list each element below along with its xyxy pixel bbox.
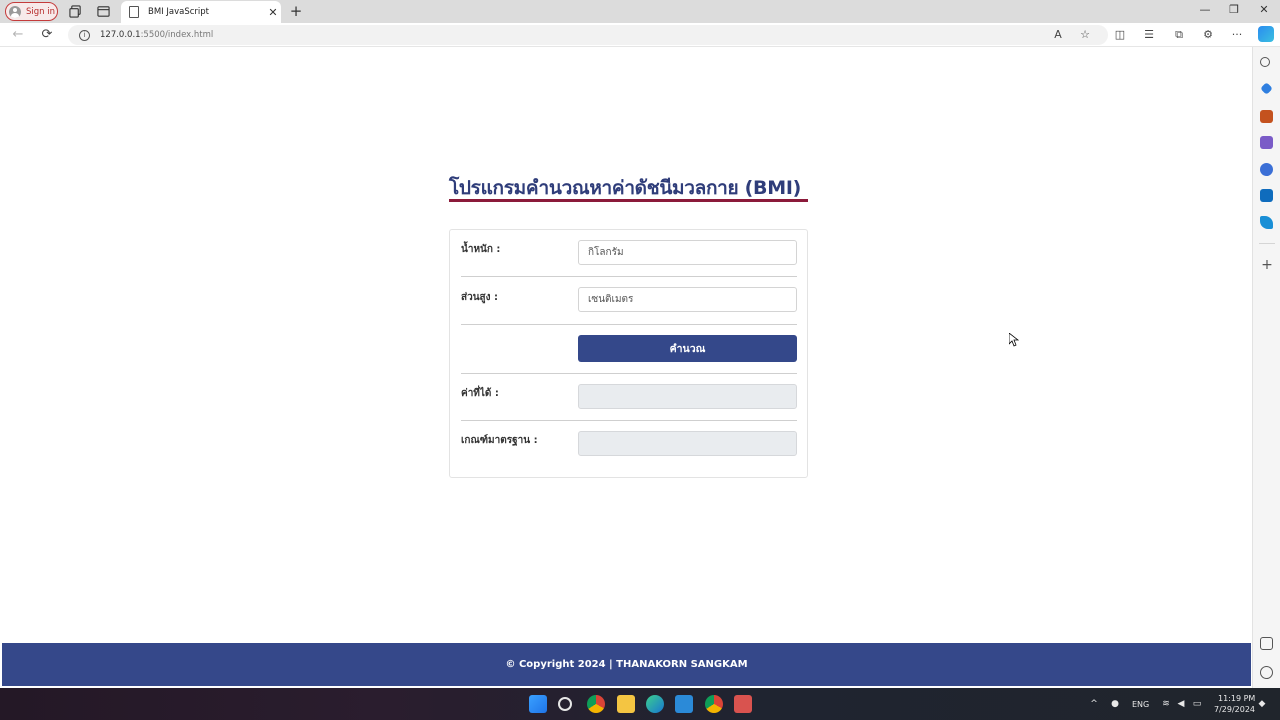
divider [461,324,797,325]
games-icon[interactable] [1260,136,1273,149]
address-toolbar: ← ⟳ i 127.0.0.1:5500/index.html A ☆ ◫ ☰ … [0,23,1280,47]
drop-icon[interactable] [1260,216,1273,229]
tab-close-icon[interactable]: ✕ [265,6,281,19]
profile-button[interactable]: Sign in [5,2,58,21]
screenshot-icon[interactable] [1260,637,1273,650]
snipping-tool-icon[interactable] [734,695,752,713]
workspaces-icon[interactable] [68,4,82,18]
windows-taskbar: ^ ● ENG ≋ ◀ ▭ 11:19 PM 7/29/2024 ◆ [0,688,1280,720]
profile-label: Sign in [26,6,55,17]
tab-actions-icon[interactable] [96,4,110,18]
tools-briefcase-icon[interactable] [1260,110,1273,123]
split-screen-icon[interactable]: ◫ [1113,28,1127,42]
copilot-icon[interactable] [1258,26,1274,42]
favorites-icon[interactable]: ☰ [1142,28,1156,42]
window-close-icon[interactable]: ✕ [1254,3,1274,16]
start-windows-icon[interactable] [529,695,547,713]
calculate-button[interactable]: คำนวณ [578,335,797,362]
search-taskbar-icon[interactable] [558,697,572,711]
site-info-icon[interactable]: i [79,29,90,41]
file-explorer-icon[interactable] [617,695,635,713]
browser-titlebar: Sign in BMI JavaScript ✕ + — ❐ ✕ [0,0,1280,23]
sidebar-divider [1259,243,1275,244]
page-icon [129,6,139,18]
url-text: 127.0.0.1:5500/index.html [100,30,214,40]
microsoft-365-icon[interactable] [1260,163,1273,176]
criteria-label: เกณฑ์มาตรฐาน : [461,435,538,446]
refresh-icon[interactable]: ⟳ [39,27,55,43]
more-icon[interactable]: ··· [1230,28,1244,42]
restore-icon[interactable]: ❐ [1224,3,1244,16]
clock-date[interactable]: 7/29/2024 [1214,705,1255,714]
edge-icon[interactable] [646,695,664,713]
language-indicator[interactable]: ENG [1132,700,1149,709]
tab-title: BMI JavaScript [148,7,209,17]
result-output [578,384,797,409]
microphone-icon[interactable]: ● [1109,698,1121,710]
page-footer: © Copyright 2024 | THANAKORN SANGKAM [2,643,1251,686]
wifi-icon[interactable]: ≋ [1160,698,1172,710]
divider [461,420,797,421]
vscode-icon[interactable] [675,695,693,713]
outlook-icon[interactable] [1260,189,1273,202]
result-label: ค่าที่ได้ : [461,388,499,399]
mouse-cursor-icon [1009,333,1019,347]
tray-chevron-icon[interactable]: ^ [1088,698,1100,710]
extensions-icon[interactable]: ⚙ [1201,28,1215,42]
divider [461,276,797,277]
divider [461,373,797,374]
shopping-tag-icon[interactable] [1260,82,1273,95]
avatar-icon [9,5,21,18]
chrome-profile-icon[interactable] [705,695,723,713]
page-viewport: โปรแกรมคำนวณหาค่าดัชนีมวลกาย (BMI) น้ำหน… [2,47,1251,688]
bmi-form: น้ำหนัก : ส่วนสูง : คำนวณ ค่าที่ได้ : เก… [449,229,808,478]
settings-gear-icon[interactable] [1260,666,1273,679]
minimize-icon[interactable]: — [1195,3,1215,16]
read-aloud-icon[interactable]: A [1051,28,1065,42]
favorite-star-icon[interactable]: ☆ [1078,28,1092,42]
height-label: ส่วนสูง : [461,292,499,303]
height-input[interactable] [578,287,797,312]
footer-copyright: © Copyright 2024 | THANAKORN SANGKAM [505,659,748,670]
address-input[interactable]: i 127.0.0.1:5500/index.html [68,25,1108,45]
title-underline [449,199,808,202]
chrome-icon[interactable] [587,695,605,713]
tab-bmi-javascript[interactable]: BMI JavaScript ✕ [121,1,281,23]
criteria-output [578,431,797,456]
weight-label: น้ำหนัก : [461,244,501,255]
clock-time[interactable]: 11:19 PM [1218,694,1255,703]
new-tab-icon[interactable]: + [288,2,304,20]
weight-input[interactable] [578,240,797,265]
search-icon[interactable] [1260,57,1270,67]
sidebar-add-icon[interactable]: + [1259,257,1275,273]
collections-icon[interactable]: ⧉ [1172,28,1186,42]
notifications-bell-icon[interactable]: ◆ [1256,698,1268,710]
edge-sidebar: + [1252,47,1280,688]
battery-icon[interactable]: ▭ [1191,698,1203,710]
back-icon[interactable]: ← [10,27,26,43]
volume-icon[interactable]: ◀ [1175,698,1187,710]
